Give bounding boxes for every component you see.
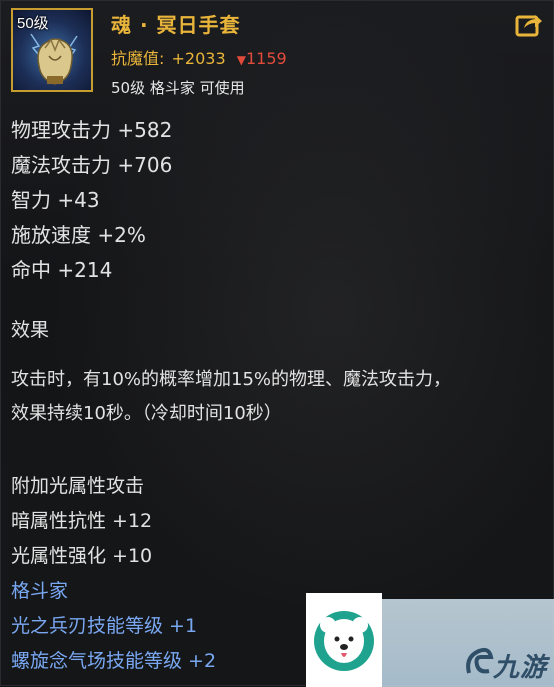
magic-resist-change-value: 1159 xyxy=(245,49,287,68)
magic-resist-label: 抗魔值: xyxy=(111,49,165,68)
item-tooltip: 50级 魂 · 冥日手套 抗魔值: +2033 ▼1159 50级 格斗家 可使… xyxy=(0,0,554,687)
stat-magic-attack: 魔法攻击力 +706 xyxy=(11,153,173,177)
down-triangle-icon: ▼ xyxy=(236,53,246,67)
effect-title: 效果 xyxy=(11,319,50,341)
watermark-avatar xyxy=(306,593,382,687)
watermark-brand: 九游 xyxy=(493,653,548,683)
stat-intelligence: 智力 +43 xyxy=(11,188,100,212)
extra-light-enhance: 光属性强化 +10 xyxy=(11,545,153,567)
item-name: 魂 · 冥日手套 xyxy=(111,13,241,37)
magic-resist-change: ▼1159 xyxy=(237,49,287,68)
magic-resist-row: 抗魔值: +2033 ▼1159 xyxy=(111,45,287,69)
item-level-badge: 50级 xyxy=(17,15,49,32)
share-arrow-icon[interactable] xyxy=(515,11,543,37)
effect-description: 攻击时，有10%的概率增加15%的物理、魔法攻击力， 效果持续10秒。（冷却时间… xyxy=(11,363,547,431)
item-icon-frame[interactable]: 50级 xyxy=(11,8,93,92)
effect-line: 攻击时，有10%的概率增加15%的物理、魔法攻击力， xyxy=(11,369,452,390)
stat-hit-rate: 命中 +214 xyxy=(11,258,113,282)
stat-physical-attack: 物理攻击力 +582 xyxy=(11,118,173,142)
glove-icon xyxy=(30,33,78,85)
extra-dark-resist: 暗属性抗性 +12 xyxy=(11,510,153,532)
extra-light-attack: 附加光属性攻击 xyxy=(11,475,145,497)
dog-mascot-icon xyxy=(314,611,374,671)
usage-requirement: 50级 格斗家 可使用 xyxy=(111,79,245,97)
magic-resist-value: +2033 xyxy=(171,49,226,68)
effect-line: 效果持续10秒。（冷却时间10秒） xyxy=(11,403,282,424)
item-header: 50级 魂 · 冥日手套 抗魔值: +2033 ▼1159 50级 格斗家 可使… xyxy=(1,1,554,97)
stat-cast-speed: 施放速度 +2% xyxy=(11,223,146,247)
stat-list: 物理攻击力 +582 魔法攻击力 +706 智力 +43 施放速度 +2% 命中… xyxy=(11,113,551,288)
